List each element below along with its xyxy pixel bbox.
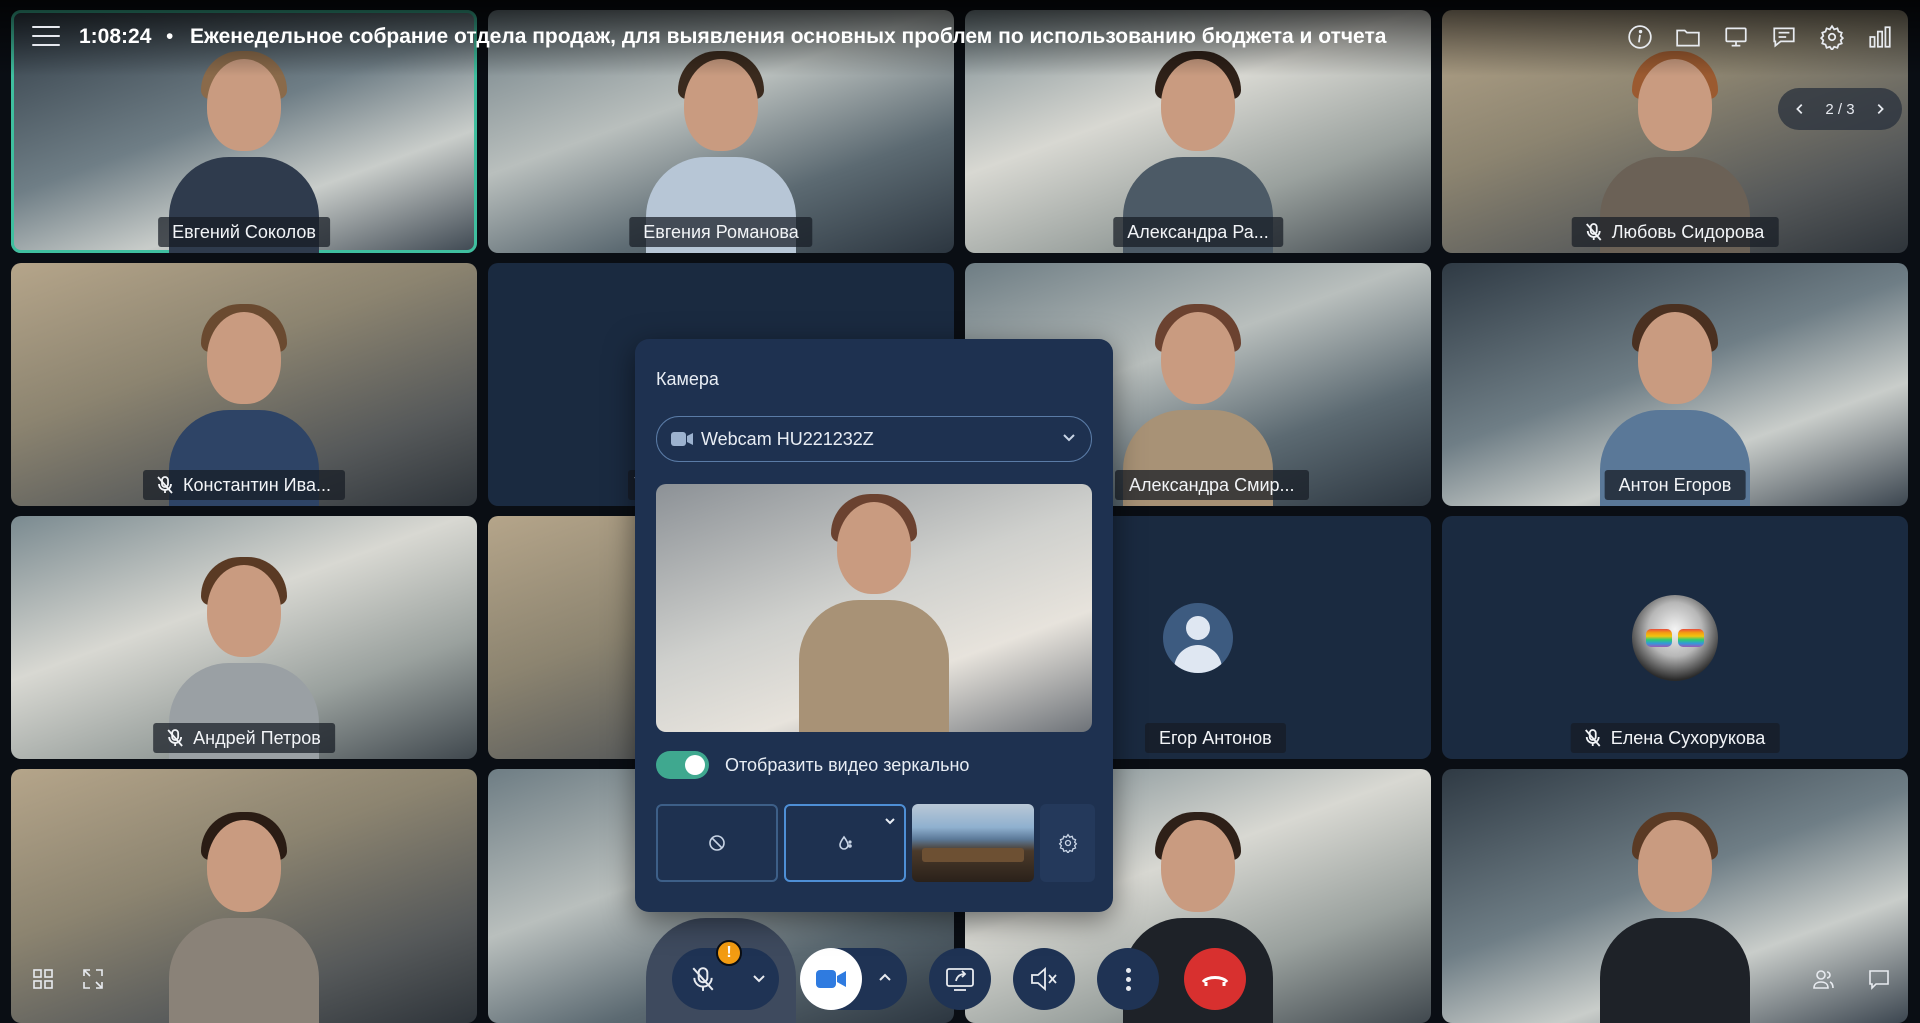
meeting-title: Еженедельное собрание отдела продаж, для… — [190, 25, 1387, 48]
microphone-control: ! — [672, 940, 779, 1010]
top-bar: 1:08:24 • Еженедельное собрание отдела п… — [0, 0, 1920, 76]
participant-tile[interactable]: Антон Егоров — [1442, 263, 1908, 506]
mic-muted-icon — [692, 967, 714, 991]
prev-page-icon[interactable] — [1792, 101, 1808, 117]
menu-icon[interactable] — [32, 26, 60, 48]
gear-icon[interactable] — [1817, 22, 1846, 51]
more-options-button[interactable] — [1097, 948, 1159, 1010]
participant-nameplate: Александра Ра... — [1113, 217, 1283, 247]
camera-popup-title: Камера — [656, 369, 719, 389]
participant-tile[interactable]: Елена Сухорукова — [1442, 516, 1908, 759]
background-image-option[interactable] — [912, 804, 1034, 882]
sound-button[interactable] — [1013, 948, 1075, 1010]
screen-share-button[interactable] — [929, 948, 991, 1010]
blur-icon — [839, 835, 852, 850]
camera-button[interactable] — [800, 948, 862, 1010]
participant-nameplate: Елена Сухорукова — [1570, 723, 1780, 753]
video-camera-icon — [816, 970, 846, 988]
camera-device-select[interactable]: Webcam HU221232Z — [656, 416, 1092, 462]
participant-name: Андрей Петров — [193, 727, 321, 748]
participant-nameplate: Евгений Соколов — [158, 217, 330, 247]
top-toolbar — [1625, 22, 1894, 51]
call-controls: ! — [0, 940, 1920, 1012]
mirror-setting: Отобразить видео зеркально — [656, 751, 969, 779]
info-icon[interactable] — [1625, 22, 1654, 51]
stats-icon[interactable] — [1865, 22, 1894, 51]
folder-icon[interactable] — [1673, 22, 1702, 51]
participant-nameplate: Александра Смир... — [1115, 470, 1309, 500]
page-switcher: 2 / 3 — [1778, 88, 1902, 130]
participant-name: Евгений Соколов — [172, 221, 316, 242]
participant-nameplate: Константин Ива... — [143, 470, 345, 500]
background-options — [656, 804, 1095, 882]
chat-list-icon[interactable] — [1769, 22, 1798, 51]
chevron-down-icon — [1061, 429, 1077, 450]
screen-icon[interactable] — [1721, 22, 1750, 51]
camera-preview — [656, 484, 1092, 732]
blur-background-button[interactable] — [784, 804, 906, 882]
participant-nameplate: Андрей Петров — [153, 723, 335, 753]
participant-nameplate: Егор Антонов — [1145, 723, 1286, 753]
hang-up-button[interactable] — [1184, 948, 1246, 1010]
participant-name: Елена Сухорукова — [1610, 727, 1766, 748]
chevron-down-icon[interactable] — [884, 814, 896, 826]
mic-muted-icon — [157, 476, 173, 494]
page-indicator: 2 / 3 — [1825, 100, 1855, 118]
no-background-button[interactable] — [656, 804, 778, 882]
avatar — [1632, 594, 1718, 681]
participant-name: Александра Смир... — [1129, 474, 1295, 495]
gear-icon — [1058, 833, 1077, 853]
participant-name: Любовь Сидорова — [1611, 221, 1765, 242]
background-settings-button[interactable] — [1040, 804, 1095, 882]
participant-tile[interactable]: Андрей Петров — [11, 516, 477, 759]
participant-nameplate: Любовь Сидорова — [1571, 217, 1779, 247]
screen-share-icon — [946, 968, 974, 991]
more-icon — [1125, 966, 1131, 993]
video-camera-icon — [671, 431, 693, 447]
title-separator: • — [166, 25, 174, 48]
mirror-toggle[interactable] — [656, 751, 709, 779]
meeting-timer: 1:08:24 — [79, 25, 152, 48]
participant-name: Егор Антонов — [1159, 727, 1272, 748]
mirror-label: Отобразить видео зеркально — [725, 754, 970, 775]
participant-name: Антон Егоров — [1618, 474, 1732, 495]
participant-nameplate: Евгения Романова — [629, 217, 813, 247]
phone-hangup-icon — [1201, 976, 1229, 986]
camera-control — [800, 948, 907, 1010]
participant-name: Константин Ива... — [183, 474, 331, 495]
next-page-icon[interactable] — [1872, 101, 1888, 117]
preview-video — [799, 494, 949, 732]
mic-warning-badge: ! — [716, 940, 742, 966]
participant-nameplate: Антон Егоров — [1604, 470, 1746, 500]
camera-settings-popup: Камера Webcam HU221232Z Отобразить видео… — [635, 339, 1113, 912]
participant-name: Евгения Романова — [643, 221, 799, 242]
participant-name: Александра Ра... — [1127, 221, 1269, 242]
camera-device-label: Webcam HU221232Z — [701, 428, 874, 449]
chevron-down-icon[interactable] — [751, 970, 769, 988]
mic-muted-icon — [167, 729, 183, 747]
block-icon — [709, 835, 725, 851]
mic-muted-icon — [1585, 729, 1601, 747]
speaker-muted-icon — [1031, 967, 1057, 991]
chevron-up-icon[interactable] — [877, 970, 895, 988]
participant-tile[interactable]: Константин Ива... — [11, 263, 477, 506]
mic-muted-icon — [1586, 223, 1602, 241]
default-avatar-icon — [1163, 602, 1233, 673]
